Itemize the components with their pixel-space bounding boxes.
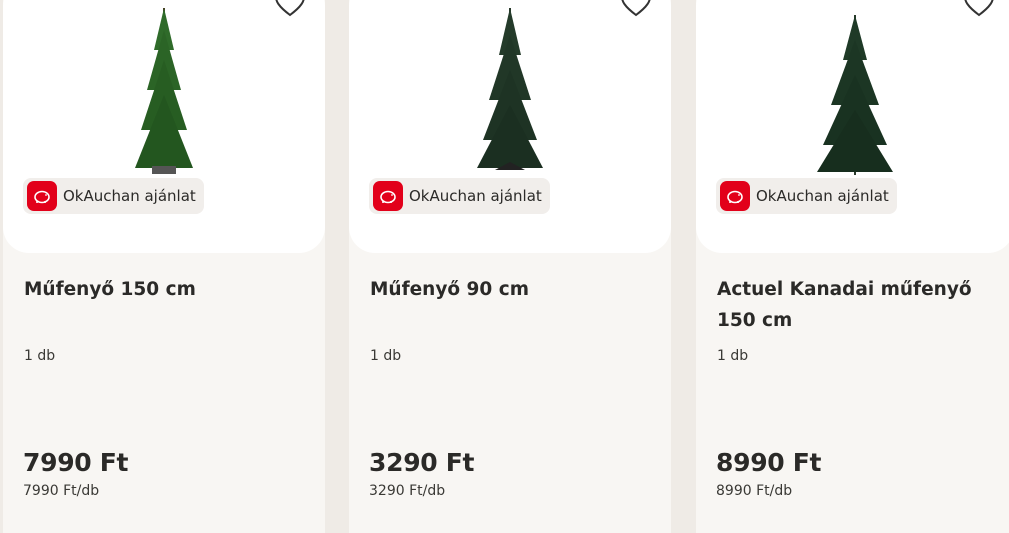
product-grid: OkAuchan ajánlat Műfenyő 150 cm 1 db 799… <box>0 0 1009 533</box>
product-card[interactable]: OkAuchan ajánlat Actuel Kanadai műfenyő … <box>696 0 1009 533</box>
offer-badge: OkAuchan ajánlat <box>23 178 204 214</box>
product-title[interactable]: Műfenyő 150 cm <box>24 274 307 305</box>
product-title[interactable]: Műfenyő 90 cm <box>370 274 653 305</box>
product-card[interactable]: OkAuchan ajánlat Műfenyő 90 cm 1 db 3290… <box>349 0 671 533</box>
offer-badge: OkAuchan ajánlat <box>369 178 550 214</box>
christmas-tree-image[interactable] <box>465 0 555 180</box>
product-quantity: 1 db <box>717 348 749 364</box>
product-image-area[interactable]: OkAuchan ajánlat <box>696 0 1009 253</box>
product-price: 3290 Ft <box>369 448 475 477</box>
favorite-heart-icon[interactable] <box>620 0 652 17</box>
offer-badge-label: OkAuchan ajánlat <box>756 187 889 205</box>
product-card[interactable]: OkAuchan ajánlat Műfenyő 150 cm 1 db 799… <box>3 0 325 533</box>
product-image-area[interactable]: OkAuchan ajánlat <box>349 0 671 253</box>
piggy-bank-icon <box>373 181 403 211</box>
favorite-heart-icon[interactable] <box>963 0 995 17</box>
product-price: 7990 Ft <box>23 448 129 477</box>
product-unit-price: 3290 Ft/db <box>369 483 446 499</box>
christmas-tree-image[interactable] <box>119 0 209 180</box>
christmas-tree-image[interactable] <box>805 0 905 180</box>
product-unit-price: 8990 Ft/db <box>716 483 793 499</box>
offer-badge: OkAuchan ajánlat <box>716 178 897 214</box>
product-unit-price: 7990 Ft/db <box>23 483 100 499</box>
offer-badge-label: OkAuchan ajánlat <box>63 187 196 205</box>
product-price: 8990 Ft <box>716 448 822 477</box>
product-quantity: 1 db <box>24 348 56 364</box>
product-image-area[interactable]: OkAuchan ajánlat <box>3 0 325 253</box>
offer-badge-label: OkAuchan ajánlat <box>409 187 542 205</box>
piggy-bank-icon <box>720 181 750 211</box>
piggy-bank-icon <box>27 181 57 211</box>
favorite-heart-icon[interactable] <box>274 0 306 17</box>
product-title[interactable]: Actuel Kanadai műfenyő 150 cm <box>717 274 996 336</box>
product-quantity: 1 db <box>370 348 402 364</box>
